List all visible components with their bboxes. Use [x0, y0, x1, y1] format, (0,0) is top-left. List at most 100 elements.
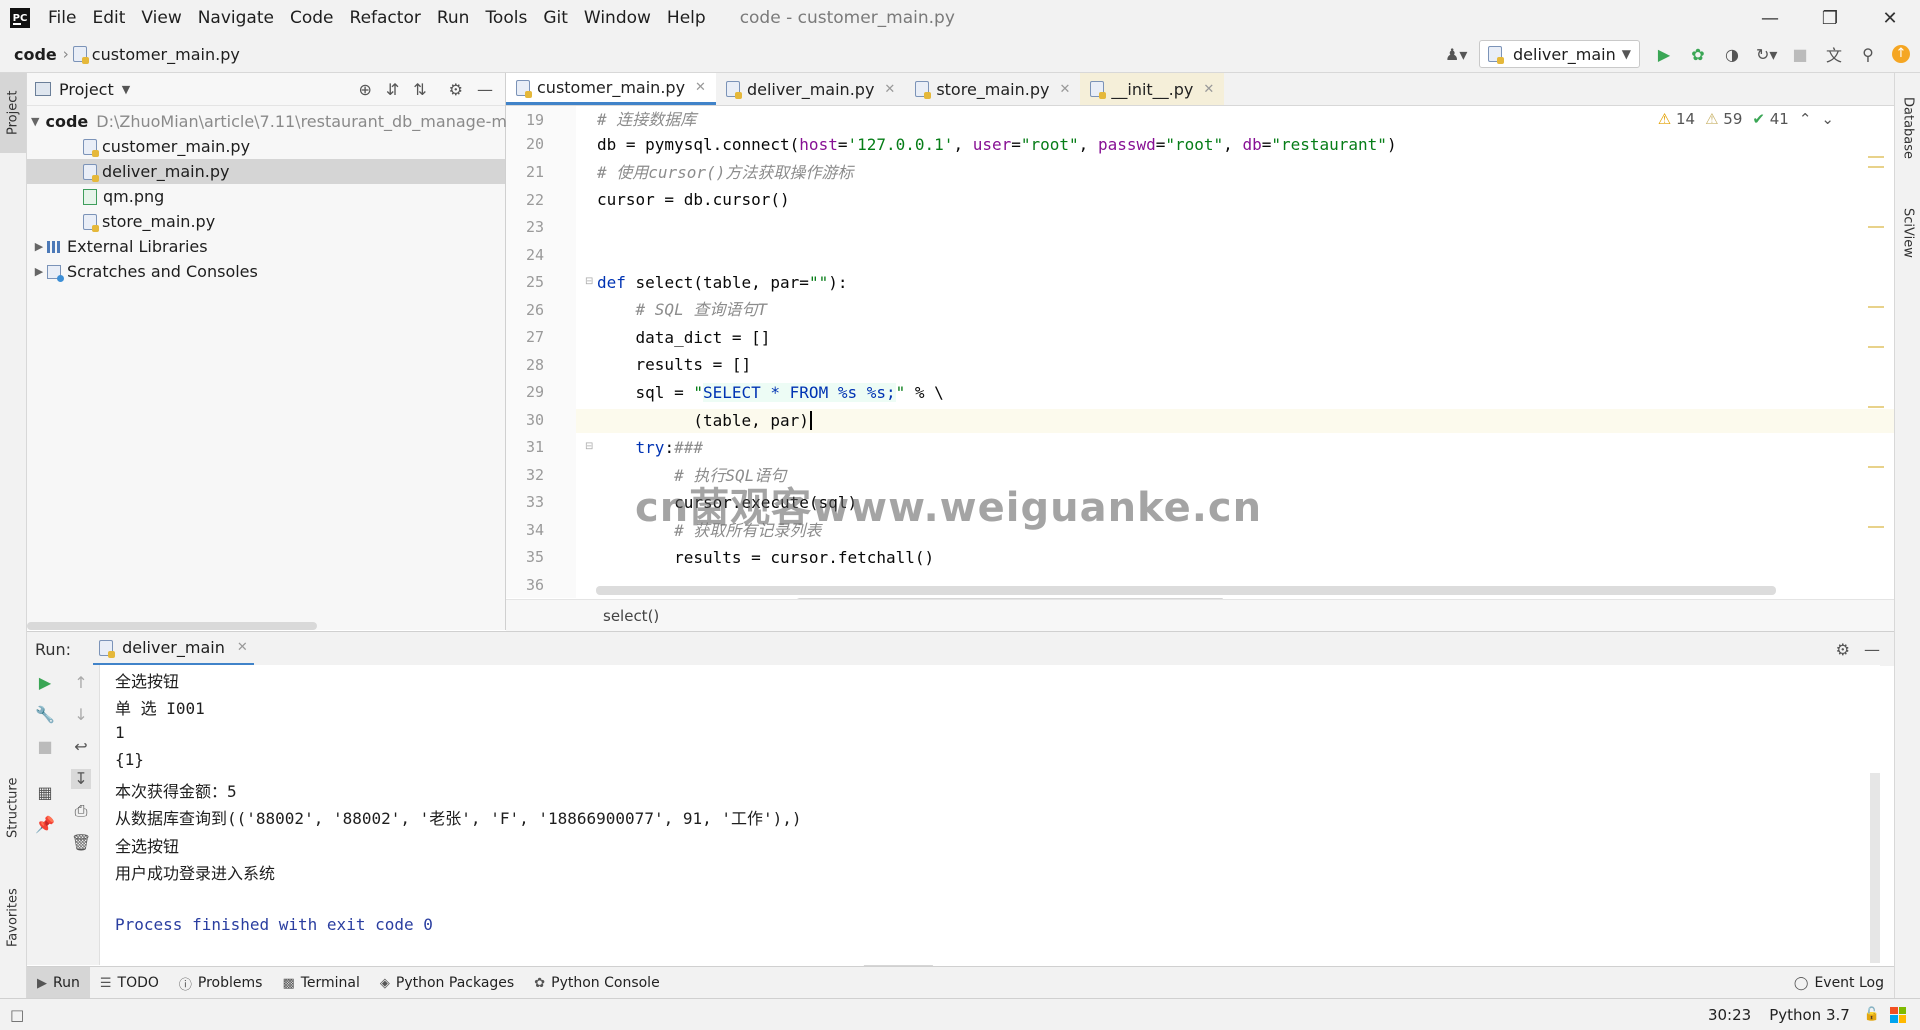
- locate-icon[interactable]: ⊕: [358, 80, 371, 99]
- translate-icon[interactable]: 文: [1824, 42, 1844, 66]
- tree-root-folder[interactable]: ▼ code D:\ZhuoMian\article\7.11\restaura…: [27, 109, 517, 134]
- breadcrumb-project[interactable]: code: [0, 45, 57, 64]
- error-stripe-mark[interactable]: [1868, 226, 1884, 228]
- tab-deliver-main[interactable]: deliver_main.py ✕: [716, 73, 905, 105]
- run-tab-deliver-main[interactable]: deliver_main ✕: [93, 632, 254, 666]
- hide-icon[interactable]: —: [1864, 640, 1894, 659]
- menu-refactor[interactable]: Refactor: [342, 8, 429, 28]
- weak-warning-count[interactable]: ⚠ 59: [1705, 110, 1742, 128]
- chevron-down-icon[interactable]: ▼: [122, 83, 130, 96]
- tab-init[interactable]: __init__.py ✕: [1080, 73, 1225, 105]
- caret-position[interactable]: 30:23: [1708, 1006, 1769, 1024]
- layout-toggle-icon[interactable]: □: [0, 1006, 24, 1024]
- menu-run[interactable]: Run: [429, 8, 478, 28]
- arrow-down-icon[interactable]: ↓: [71, 705, 91, 725]
- run-config-select[interactable]: deliver_main ▼: [1479, 40, 1640, 68]
- tree-item-scratches[interactable]: ▶ Scratches and Consoles: [27, 259, 505, 284]
- project-panel-title[interactable]: Project: [59, 80, 114, 99]
- error-stripe-mark[interactable]: [1868, 526, 1884, 528]
- sciview-tool-tab[interactable]: SciView: [1895, 188, 1920, 278]
- error-stripe-mark[interactable]: [1868, 306, 1884, 308]
- stop-icon[interactable]: ■: [1790, 45, 1810, 64]
- close-tab-icon[interactable]: ✕: [1059, 82, 1070, 97]
- warning-count[interactable]: ⚠ 14: [1658, 110, 1695, 128]
- menu-help[interactable]: Help: [659, 8, 714, 28]
- tree-item-file[interactable]: deliver_main.py: [27, 159, 505, 184]
- menu-window[interactable]: Window: [576, 8, 659, 28]
- close-icon[interactable]: ✕: [1860, 8, 1920, 29]
- scroll-to-end-icon[interactable]: ↧: [71, 769, 91, 789]
- fold-icon[interactable]: ⊟: [585, 276, 593, 287]
- favorites-tool-tab[interactable]: Favorites: [0, 873, 26, 963]
- tree-item-file[interactable]: qm.png: [27, 184, 505, 209]
- error-stripe-mark[interactable]: [1868, 466, 1884, 468]
- expand-all-icon[interactable]: ⇵: [386, 80, 399, 99]
- menu-tools[interactable]: Tools: [477, 8, 535, 28]
- coverage-icon[interactable]: ◑: [1722, 45, 1742, 64]
- search-icon[interactable]: ⚲: [1858, 45, 1878, 64]
- chevron-up-icon[interactable]: ⌃: [1799, 110, 1812, 128]
- breadcrumb-function[interactable]: select(): [506, 607, 659, 625]
- python-interpreter[interactable]: Python 3.7: [1769, 1006, 1864, 1024]
- error-stripe-mark[interactable]: [1868, 156, 1884, 158]
- error-stripe-mark[interactable]: [1868, 166, 1884, 168]
- menu-view[interactable]: View: [133, 8, 189, 28]
- tool-python-console[interactable]: ✿ Python Console: [524, 967, 669, 999]
- error-stripe-mark[interactable]: [1868, 406, 1884, 408]
- tool-run[interactable]: ▶ Run: [27, 967, 90, 999]
- gear-icon[interactable]: ⚙: [449, 80, 463, 99]
- tab-customer-main[interactable]: customer_main.py ✕: [506, 73, 716, 105]
- tool-terminal[interactable]: ▩ Terminal: [272, 967, 369, 999]
- horizontal-scrollbar[interactable]: [596, 586, 1776, 595]
- layout-icon[interactable]: ▦: [35, 783, 55, 803]
- run-console-output[interactable]: 全选按钮 单 选 I001 1 {1} 本次获得金额：5 从数据库查询到(('8…: [100, 665, 1880, 965]
- close-tab-icon[interactable]: ✕: [884, 82, 895, 97]
- tool-event-log[interactable]: ◯ Event Log: [1784, 967, 1894, 999]
- user-icon[interactable]: ♟▾: [1445, 45, 1467, 64]
- hide-icon[interactable]: —: [477, 80, 493, 99]
- close-tab-icon[interactable]: ✕: [695, 80, 706, 95]
- menu-file[interactable]: File: [40, 8, 84, 28]
- menu-git[interactable]: Git: [535, 8, 576, 28]
- wrench-icon[interactable]: 🔧: [35, 705, 55, 725]
- inspection-widget[interactable]: ⚠ 14 ⚠ 59 ✔ 41 ⌃ ⌄: [1658, 110, 1834, 128]
- close-tab-icon[interactable]: ✕: [237, 640, 248, 655]
- collapse-all-icon[interactable]: ⇅: [413, 80, 426, 99]
- soft-wrap-icon[interactable]: ↩: [71, 737, 91, 757]
- vertical-scrollbar[interactable]: [1870, 773, 1880, 963]
- tool-problems[interactable]: ⓘ Problems: [169, 967, 273, 999]
- horizontal-scrollbar[interactable]: [27, 622, 317, 630]
- restore-icon[interactable]: ❐: [1800, 8, 1860, 29]
- breadcrumb-file[interactable]: customer_main.py: [72, 45, 240, 64]
- project-tool-tab[interactable]: Project: [0, 73, 26, 153]
- tree-item-file[interactable]: customer_main.py: [27, 134, 505, 159]
- trash-icon[interactable]: 🗑: [71, 833, 91, 853]
- typo-count[interactable]: ✔ 41: [1752, 110, 1788, 128]
- menu-navigate[interactable]: Navigate: [190, 8, 282, 28]
- stop-icon[interactable]: ■: [35, 737, 55, 757]
- pin-icon[interactable]: 📌: [35, 815, 55, 835]
- tree-item-external-libraries[interactable]: ▶ External Libraries: [27, 234, 505, 259]
- chevron-down-icon[interactable]: ⌄: [1821, 110, 1834, 128]
- menu-code[interactable]: Code: [282, 8, 342, 28]
- gear-icon[interactable]: ⚙: [1836, 640, 1864, 659]
- tab-store-main[interactable]: store_main.py ✕: [905, 73, 1080, 105]
- menu-edit[interactable]: Edit: [84, 8, 133, 28]
- run-icon[interactable]: ▶: [1654, 45, 1674, 64]
- minimize-icon[interactable]: —: [1740, 8, 1800, 29]
- print-icon[interactable]: ⎙: [71, 801, 91, 821]
- arrow-up-icon[interactable]: ↑: [71, 673, 91, 693]
- lock-icon[interactable]: 🔓: [1864, 1007, 1890, 1022]
- tool-python-packages[interactable]: ◈ Python Packages: [370, 967, 524, 999]
- tree-item-file[interactable]: store_main.py: [27, 209, 505, 234]
- rerun-icon[interactable]: ▶: [35, 673, 55, 693]
- profile-icon[interactable]: ↻▾: [1756, 45, 1777, 64]
- debug-icon[interactable]: ✿: [1688, 45, 1708, 64]
- error-stripe-mark[interactable]: [1868, 346, 1884, 348]
- fold-icon[interactable]: ⊟: [585, 441, 593, 452]
- structure-tool-tab[interactable]: Structure: [0, 763, 26, 853]
- update-icon[interactable]: ↑: [1892, 45, 1910, 63]
- tool-todo[interactable]: ☰ TODO: [90, 967, 169, 999]
- close-tab-icon[interactable]: ✕: [1203, 82, 1214, 97]
- database-tool-tab[interactable]: Database: [1895, 83, 1920, 173]
